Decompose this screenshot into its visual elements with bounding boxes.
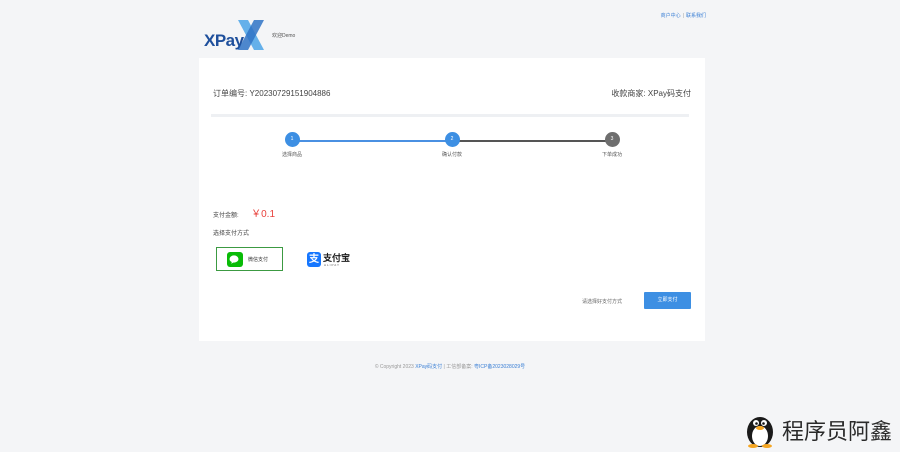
- link-separator: |: [682, 13, 684, 19]
- footer: © Copyright 2023 XPay码支付 | 工信部备案: 粤ICP备2…: [0, 363, 900, 370]
- step-1: 1 选择商品: [252, 132, 332, 158]
- xpay-logo[interactable]: XPay: [204, 18, 266, 52]
- footer-separator: |: [443, 364, 445, 370]
- amount-row: 支付金额: ￥0.1: [213, 204, 275, 222]
- wechat-pay-option[interactable]: 微信支付: [216, 247, 283, 271]
- divider: [211, 114, 689, 117]
- watermark-text: 程序员阿鑫: [781, 420, 892, 445]
- payment-hint: 请选择好支付方式: [582, 299, 623, 305]
- icp-label: 工信部备案:: [446, 364, 473, 370]
- copyright-text: © Copyright 2023: [374, 364, 414, 370]
- contact-link[interactable]: 联系我们: [686, 13, 706, 19]
- merchant-label: 收款商家:: [611, 89, 646, 98]
- penguin-icon: [746, 417, 773, 448]
- step-1-dot: 1: [284, 132, 300, 147]
- welcome-text: 欢迎Demo: [272, 33, 296, 39]
- amount-value: ￥0.1: [251, 209, 276, 220]
- progress-steps: 1 选择商品 2 确认付款 3 下单成功: [199, 132, 705, 162]
- order-number: 订单编号: Y20230729151904886: [213, 88, 330, 99]
- method-label: 选择支付方式: [213, 231, 250, 237]
- step-1-label: 选择商品: [281, 152, 302, 158]
- alipay-option[interactable]: 支 支付宝 ALIPAY: [300, 247, 367, 271]
- merchant-value: XPay码支付: [647, 89, 691, 98]
- order-number-value: Y20230729151904886: [249, 89, 331, 98]
- top-links: 商户中心 | 联系我们: [661, 12, 706, 19]
- merchant-center-link[interactable]: 商户中心: [661, 13, 681, 19]
- merchant: 收款商家: XPay码支付: [611, 88, 691, 99]
- step-2: 2 确认付款: [412, 132, 492, 158]
- alipay-sub-label: ALIPAY: [324, 263, 341, 267]
- step-3: 3 下单成功: [572, 132, 652, 158]
- pay-now-button[interactable]: 立即支付: [644, 292, 691, 309]
- footer-brand-link[interactable]: XPay码支付: [415, 364, 442, 370]
- amount-label: 支付金额:: [213, 213, 239, 219]
- step-2-dot: 2: [444, 132, 460, 147]
- icp-link[interactable]: 粤ICP备2023028029号: [474, 364, 525, 370]
- logo-x-icon: [238, 20, 264, 50]
- step-3-dot: 3: [604, 132, 620, 147]
- watermark: 程序员阿鑫: [743, 412, 892, 448]
- step-2-label: 确认付款: [441, 152, 462, 158]
- wechat-icon: [227, 252, 243, 267]
- order-number-label: 订单编号:: [213, 89, 248, 98]
- alipay-icon: 支: [307, 252, 321, 267]
- wechat-pay-label: 微信支付: [248, 257, 269, 263]
- checkout-card: 订单编号: Y20230729151904886 收款商家: XPay码支付 1…: [199, 58, 705, 341]
- step-3-label: 下单成功: [601, 152, 622, 158]
